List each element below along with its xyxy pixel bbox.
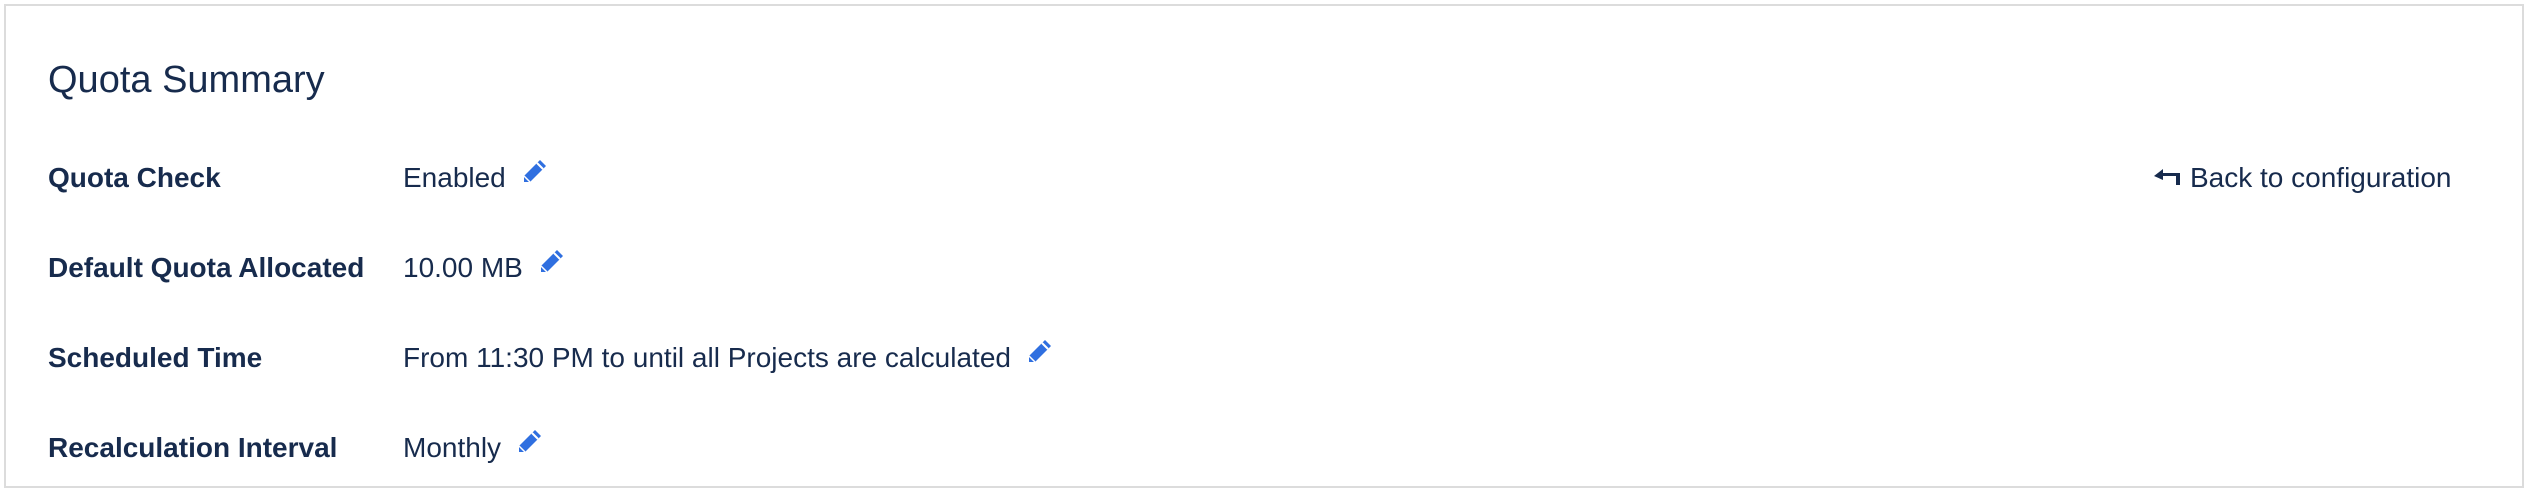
row-label: Default Quota Allocated <box>48 252 365 283</box>
row-quota-check: Quota Check Enabled <box>48 156 2488 200</box>
row-default-quota-allocated: Default Quota Allocated 10.00 MB <box>48 246 2488 290</box>
row-label: Quota Check <box>48 162 221 193</box>
row-value: Enabled <box>403 162 506 193</box>
row-label: Scheduled Time <box>48 342 263 373</box>
row-scheduled-time: Scheduled Time From 11:30 PM to until al… <box>48 336 2488 380</box>
row-value: Monthly <box>403 432 502 463</box>
pencil-icon <box>536 246 566 290</box>
row-value-container: Monthly <box>403 426 545 470</box>
pencil-icon <box>519 156 549 200</box>
edit-default-quota-button[interactable] <box>535 250 567 284</box>
edit-quota-check-button[interactable] <box>518 160 550 194</box>
row-value: 10.00 MB <box>403 252 523 283</box>
row-value: From 11:30 PM to until all Projects are … <box>403 342 1011 373</box>
page-title: Quota Summary <box>48 59 325 101</box>
pencil-icon <box>514 426 544 470</box>
pencil-icon <box>1024 336 1054 380</box>
edit-recalculation-interval-button[interactable] <box>513 430 545 464</box>
row-label: Recalculation Interval <box>48 432 338 463</box>
row-recalculation-interval: Recalculation Interval Monthly <box>48 426 2488 470</box>
row-value-container: 10.00 MB <box>403 246 567 290</box>
row-value-container: Enabled <box>403 156 550 200</box>
row-value-container: From 11:30 PM to until all Projects are … <box>403 336 1055 380</box>
edit-scheduled-time-button[interactable] <box>1023 340 1055 374</box>
quota-summary-panel: Quota Summary Back to configuration Quot… <box>4 4 2524 488</box>
